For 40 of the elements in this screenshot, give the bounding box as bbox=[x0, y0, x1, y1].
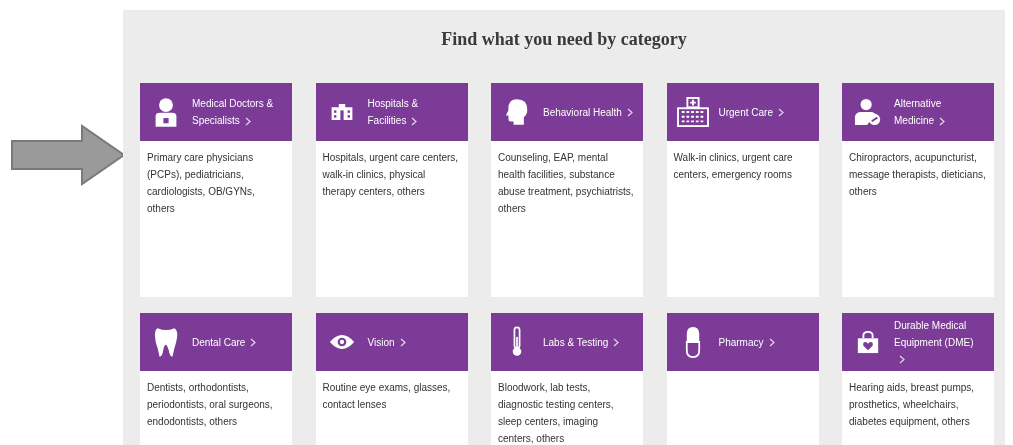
chevron-icon bbox=[768, 338, 775, 348]
category-link[interactable]: Durable Medical Equipment (DME) bbox=[842, 313, 994, 371]
building-icon bbox=[329, 102, 354, 122]
chevron-icon bbox=[777, 108, 784, 118]
category-description: Hospitals, urgent care centers, walk-in clinics, physical therapy centers, others bbox=[321, 151, 460, 199]
category-description: Walk-in clinics, urgent care centers, emergency rooms bbox=[672, 151, 794, 182]
pointing-arrow-icon bbox=[10, 124, 126, 186]
hospital-icon bbox=[676, 97, 709, 127]
chevron-icon bbox=[244, 116, 251, 126]
bag-heart-icon bbox=[856, 330, 880, 354]
category-description: Dentists, orthodontists, periodontists, oral surgeons, endodontists, others bbox=[146, 381, 274, 429]
eye-icon bbox=[328, 333, 355, 351]
chevron-icon bbox=[250, 338, 257, 348]
category-link[interactable]: Medical Doctors & Specialists bbox=[140, 83, 292, 141]
category-link[interactable]: Vision bbox=[315, 313, 468, 371]
category-description: Routine eye exams, glasses, contact lenses bbox=[321, 381, 452, 412]
capsule-icon bbox=[684, 326, 701, 358]
category-description: Primary care physicians (PCPs), pediatricians, cardiologists, OB/GYNs, others bbox=[146, 151, 256, 216]
person-badge-icon bbox=[153, 97, 179, 127]
category-description: Bloodwork, lab tests, diagnostic testing centers, sleep centers, imaging centers, others bbox=[497, 381, 615, 445]
category-link[interactable]: Behavioral Health bbox=[491, 83, 643, 141]
category-link[interactable]: Pharmacy bbox=[666, 313, 819, 371]
category-description: Chiropractors, acupuncturist, message therapists, dieticians, others bbox=[848, 151, 987, 199]
chevron-icon bbox=[613, 338, 620, 348]
chevron-icon bbox=[411, 116, 418, 126]
category-description: Counseling, EAP, mental health facilities, substance abuse treatment, psychiatrists, others bbox=[497, 151, 635, 216]
tooth-icon bbox=[154, 326, 178, 358]
category-description: Hearing aids, breast pumps, prosthetics, wheelchairs, diabetes equipment, others bbox=[848, 381, 976, 429]
thermometer-icon bbox=[511, 326, 523, 358]
chevron-icon bbox=[899, 355, 905, 365]
category-link[interactable]: Labs & Testing bbox=[491, 313, 643, 371]
chevron-icon bbox=[939, 116, 946, 126]
section-heading: Find what you need by category bbox=[440, 28, 688, 51]
chevron-icon bbox=[399, 338, 406, 348]
category-link[interactable]: Hospitals & Facilities bbox=[315, 83, 468, 141]
head-profile-icon bbox=[505, 97, 529, 127]
category-link[interactable]: Alternative Medicine bbox=[842, 83, 994, 141]
chevron-icon bbox=[626, 108, 633, 118]
category-link[interactable]: Dental Care bbox=[140, 313, 292, 371]
category-link[interactable]: Urgent Care bbox=[666, 83, 819, 141]
